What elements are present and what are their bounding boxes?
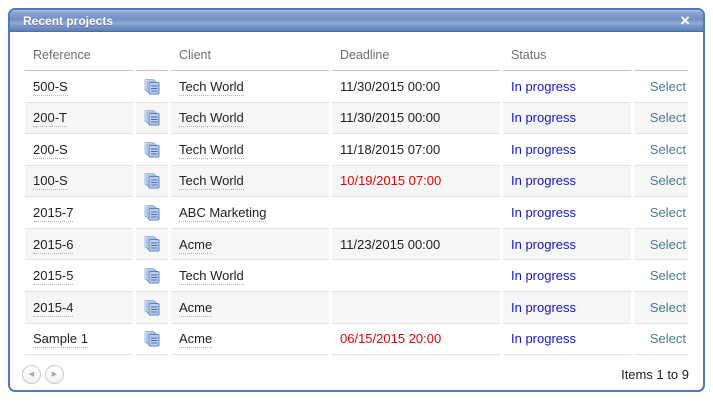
client-icon bbox=[144, 331, 160, 347]
projects-table: Reference Client Deadline Status 500-S T… bbox=[22, 32, 691, 355]
deadline-value: 11/30/2015 00:00 bbox=[332, 103, 500, 135]
select-button[interactable]: Select bbox=[650, 300, 686, 315]
status-text: In progress bbox=[511, 300, 576, 315]
project-reference[interactable]: 200-T bbox=[33, 110, 67, 127]
pagination-row: ◀ ▶ Items 1 to 9 bbox=[22, 363, 691, 385]
table-row: Sample 1 Acme 06/15/2015 20:00 In progre… bbox=[25, 324, 688, 356]
select-button[interactable]: Select bbox=[650, 142, 686, 157]
deadline-value bbox=[332, 260, 500, 292]
status-text: In progress bbox=[511, 142, 576, 157]
deadline-value bbox=[332, 292, 500, 324]
close-icon[interactable]: × bbox=[680, 10, 690, 32]
deadline-value: 11/18/2015 07:00 bbox=[332, 134, 500, 166]
client-icon bbox=[144, 110, 160, 126]
select-button[interactable]: Select bbox=[650, 268, 686, 283]
client-name[interactable]: Tech World bbox=[179, 173, 244, 190]
recent-projects-dialog: Recent projects × Reference Client Deadl… bbox=[8, 8, 705, 392]
project-reference[interactable]: 2015-5 bbox=[33, 268, 73, 285]
project-reference[interactable]: 2015-6 bbox=[33, 237, 73, 254]
project-reference[interactable]: 2015-4 bbox=[33, 300, 73, 317]
table-row: 500-S Tech World 11/30/2015 00:00 In pro… bbox=[25, 71, 688, 103]
select-button[interactable]: Select bbox=[650, 205, 686, 220]
items-count-label: Items 1 to 9 bbox=[621, 367, 691, 382]
select-button[interactable]: Select bbox=[650, 173, 686, 188]
client-icon bbox=[144, 205, 160, 221]
client-name[interactable]: Acme bbox=[179, 300, 212, 317]
deadline-value: 11/23/2015 00:00 bbox=[332, 229, 500, 261]
table-row: 2015-5 Tech World In progress Select bbox=[25, 260, 688, 292]
header-select-spacer bbox=[634, 32, 688, 71]
project-reference[interactable]: 200-S bbox=[33, 142, 68, 159]
client-icon bbox=[144, 236, 160, 252]
table-row: 2015-6 Acme 11/23/2015 00:00 In progress… bbox=[25, 229, 688, 261]
client-icon bbox=[144, 268, 160, 284]
status-text: In progress bbox=[511, 237, 576, 252]
table-row: 100-S Tech World 10/19/2015 07:00 In pro… bbox=[25, 166, 688, 198]
client-name[interactable]: ABC Marketing bbox=[179, 205, 266, 222]
client-name[interactable]: Acme bbox=[179, 331, 212, 348]
deadline-value-overdue: 10/19/2015 07:00 bbox=[332, 166, 500, 198]
status-text: In progress bbox=[511, 173, 576, 188]
arrow-left-icon: ◀ bbox=[29, 370, 34, 378]
client-name[interactable]: Tech World bbox=[179, 110, 244, 127]
next-page-button[interactable]: ▶ bbox=[45, 365, 64, 384]
table-row: 200-S Tech World 11/18/2015 07:00 In pro… bbox=[25, 134, 688, 166]
client-icon bbox=[144, 173, 160, 189]
status-text: In progress bbox=[511, 268, 576, 283]
client-name[interactable]: Tech World bbox=[179, 268, 244, 285]
deadline-value-overdue: 06/15/2015 20:00 bbox=[332, 324, 500, 356]
project-reference[interactable]: 2015-7 bbox=[33, 205, 73, 222]
deadline-value bbox=[332, 197, 500, 229]
dialog-title: Recent projects bbox=[10, 14, 113, 28]
dialog-content: Reference Client Deadline Status 500-S T… bbox=[10, 32, 703, 392]
client-name[interactable]: Tech World bbox=[179, 79, 244, 96]
table-row: 200-T Tech World 11/30/2015 00:00 In pro… bbox=[25, 103, 688, 135]
table-row: 2015-4 Acme In progress Select bbox=[25, 292, 688, 324]
client-name[interactable]: Acme bbox=[179, 237, 212, 254]
dialog-titlebar[interactable]: Recent projects × bbox=[10, 10, 703, 32]
client-icon bbox=[144, 79, 160, 95]
status-text: In progress bbox=[511, 79, 576, 94]
client-icon bbox=[144, 142, 160, 158]
select-button[interactable]: Select bbox=[650, 331, 686, 346]
select-button[interactable]: Select bbox=[650, 110, 686, 125]
table-row: 2015-7 ABC Marketing In progress Select bbox=[25, 197, 688, 229]
header-reference: Reference bbox=[25, 32, 133, 71]
header-status: Status bbox=[503, 32, 631, 71]
arrow-right-icon: ▶ bbox=[52, 370, 57, 378]
project-reference[interactable]: 500-S bbox=[33, 79, 68, 96]
select-button[interactable]: Select bbox=[650, 237, 686, 252]
header-deadline: Deadline bbox=[332, 32, 500, 71]
status-text: In progress bbox=[511, 110, 576, 125]
status-text: In progress bbox=[511, 205, 576, 220]
previous-page-button[interactable]: ◀ bbox=[22, 365, 41, 384]
deadline-value: 11/30/2015 00:00 bbox=[332, 71, 500, 103]
client-name[interactable]: Tech World bbox=[179, 142, 244, 159]
table-header-row: Reference Client Deadline Status bbox=[25, 32, 688, 71]
project-reference[interactable]: 100-S bbox=[33, 173, 68, 190]
project-reference[interactable]: Sample 1 bbox=[33, 331, 88, 348]
select-button[interactable]: Select bbox=[650, 79, 686, 94]
status-text: In progress bbox=[511, 331, 576, 346]
header-client: Client bbox=[171, 32, 329, 71]
client-icon bbox=[144, 300, 160, 316]
header-icon-spacer bbox=[136, 32, 168, 71]
